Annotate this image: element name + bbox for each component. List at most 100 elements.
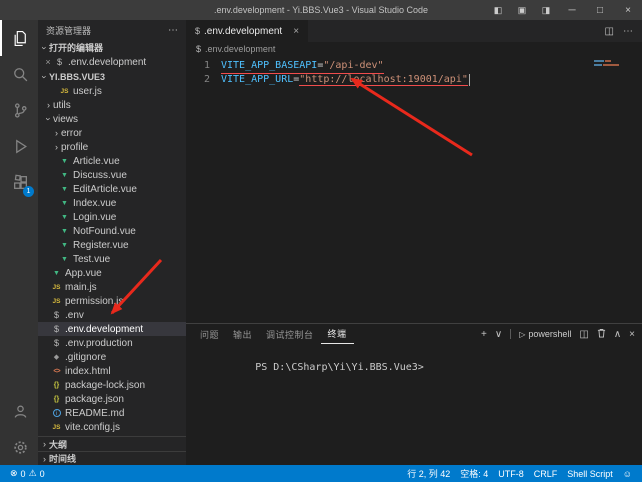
titlebar-controls: ◧ ▣ ◨ ─ □ × (486, 0, 642, 20)
close-window-button[interactable]: × (614, 0, 642, 20)
editor-tabbar: $ .env.development × ◫ ⋯ (186, 20, 642, 42)
extensions-icon[interactable]: 1 (0, 164, 38, 200)
minimap[interactable] (594, 60, 640, 68)
tree-item-profile[interactable]: › profile (38, 140, 186, 154)
code-editor[interactable]: 1 VITE_APP_BASEAPI="/api-dev" 2 VITE_APP… (186, 56, 642, 323)
tree-item-utils[interactable]: › utils (38, 98, 186, 112)
vue-file-icon: ▼ (59, 200, 70, 207)
env-key: VITE_APP_URL (221, 74, 293, 85)
breadcrumb[interactable]: $ .env.development (186, 42, 642, 56)
terminal-dropdown-icon[interactable]: ∨ (495, 329, 502, 340)
toggle-sidebar-icon[interactable]: ◧ (486, 0, 510, 20)
tree-item-main.js[interactable]: JS main.js (38, 280, 186, 294)
warning-icon: ⚠ (29, 468, 37, 479)
run-debug-icon[interactable] (0, 128, 38, 164)
indentation-status[interactable]: 空格: 4 (455, 467, 493, 480)
open-editor-item[interactable]: × $ .env.development (38, 55, 186, 69)
tree-item-.env[interactable]: $ .env (38, 308, 186, 322)
split-terminal-icon[interactable]: ◫ (579, 329, 588, 340)
toggle-panel-icon[interactable]: ▣ (510, 0, 534, 20)
tree-item-user.js[interactable]: JS user.js (38, 84, 186, 98)
env-file-icon: $ (54, 57, 65, 67)
explorer-sidebar: 资源管理器 ⋯ › 打开的编辑器 × $ .env.development › … (38, 20, 186, 465)
chevron-right-icon: › (52, 142, 61, 152)
status-right-group: 行 2, 列 42 空格: 4 UTF-8 CRLF Shell Script … (402, 467, 637, 480)
tree-item-test.vue[interactable]: ▼ Test.vue (38, 252, 186, 266)
tree-item-permission.js[interactable]: JS permission.js (38, 294, 186, 308)
terminal[interactable]: PS D:\CSharp\Yi\Yi.BBS.Vue3> (186, 344, 642, 465)
sidebar-more-actions-icon[interactable]: ⋯ (168, 25, 178, 36)
tree-item-index.html[interactable]: <> index.html (38, 364, 186, 378)
chevron-right-icon: › (52, 128, 61, 138)
tree-item-views[interactable]: › views (38, 112, 186, 126)
problems-status[interactable]: ⊗ 0 ⚠ 0 (5, 468, 50, 479)
tree-item-.env.development[interactable]: $ .env.development (38, 322, 186, 336)
tree-item-login.vue[interactable]: ▼ Login.vue (38, 210, 186, 224)
sidebar-title-row: 资源管理器 ⋯ (38, 20, 186, 40)
chevron-right-icon: › (40, 439, 49, 449)
js-file-icon: JS (51, 284, 62, 291)
kill-terminal-icon[interactable] (597, 328, 606, 341)
tree-item-register.vue[interactable]: ▼ Register.vue (38, 238, 186, 252)
tree-item-package.json[interactable]: {} package.json (38, 392, 186, 406)
tree-item-.env.production[interactable]: $ .env.production (38, 336, 186, 350)
env-key: VITE_APP_BASEAPI (221, 60, 317, 71)
maximize-button[interactable]: □ (586, 0, 614, 20)
vue-file-icon: ▼ (59, 256, 70, 263)
tree-item-editarticle.vue[interactable]: ▼ EditArticle.vue (38, 182, 186, 196)
env-value: "/api-dev" (323, 60, 383, 71)
editor-actions: ◫ ⋯ (605, 20, 642, 42)
tree-item-discuss.vue[interactable]: ▼ Discuss.vue (38, 168, 186, 182)
editor-more-actions-icon[interactable]: ⋯ (623, 26, 633, 37)
close-tab-icon[interactable]: × (293, 26, 299, 37)
chevron-down-icon: › (40, 43, 50, 52)
search-icon[interactable] (0, 56, 38, 92)
timeline-section[interactable]: › 时间线 (38, 451, 186, 465)
tree-item-article.vue[interactable]: ▼ Article.vue (38, 154, 186, 168)
line-number: 2 (186, 73, 210, 87)
new-terminal-icon[interactable]: + (481, 329, 487, 340)
tab-problems[interactable]: 问题 (193, 324, 226, 344)
tree-item-package-lock.json[interactable]: {} package-lock.json (38, 378, 186, 392)
project-header[interactable]: › YI.BBS.VUE3 (38, 69, 186, 84)
chevron-right-icon: › (44, 100, 53, 110)
tab-debug-console[interactable]: 调试控制台 (259, 324, 321, 344)
tab-env-development[interactable]: $ .env.development × (186, 20, 308, 42)
cursor-position-status[interactable]: 行 2, 列 42 (402, 467, 455, 480)
shell-selector[interactable]: ▷ powershell (519, 329, 571, 339)
settings-gear-icon[interactable] (0, 429, 38, 465)
tree-item-vite.config.js[interactable]: JS vite.config.js (38, 420, 186, 434)
html-file-icon: <> (51, 368, 62, 375)
open-editors-header[interactable]: › 打开的编辑器 (38, 40, 186, 55)
language-mode-status[interactable]: Shell Script (562, 469, 618, 479)
tree-item-app.vue[interactable]: ▼ App.vue (38, 266, 186, 280)
extensions-badge: 1 (23, 186, 34, 197)
source-control-icon[interactable] (0, 92, 38, 128)
json-file-icon: {} (51, 396, 62, 403)
encoding-status[interactable]: UTF-8 (493, 469, 529, 479)
file-tree: JS user.js › utils › views › error › pro… (38, 84, 186, 436)
minimize-button[interactable]: ─ (558, 0, 586, 20)
env-file-icon: $ (51, 324, 62, 334)
tree-item-notfound.vue[interactable]: ▼ NotFound.vue (38, 224, 186, 238)
maximize-panel-icon[interactable]: ∧ (614, 329, 621, 340)
md-file-icon: i (51, 409, 62, 417)
tree-item-.gitignore[interactable]: ◆ .gitignore (38, 350, 186, 364)
split-editor-icon[interactable]: ◫ (605, 26, 614, 37)
close-panel-icon[interactable]: × (629, 329, 635, 340)
text-cursor (469, 74, 470, 86)
feedback-smiley-icon[interactable]: ☺ (618, 469, 637, 479)
divider (510, 329, 511, 339)
eol-status[interactable]: CRLF (529, 469, 563, 479)
account-icon[interactable] (0, 393, 38, 429)
explorer-icon[interactable] (0, 20, 38, 56)
tab-terminal[interactable]: 终端 (321, 324, 354, 344)
tree-item-error[interactable]: › error (38, 126, 186, 140)
toggle-secondary-sidebar-icon[interactable]: ◨ (534, 0, 558, 20)
outline-section[interactable]: › 大纲 (38, 437, 186, 451)
tab-output[interactable]: 输出 (226, 324, 259, 344)
js-file-icon: JS (51, 298, 62, 305)
tree-item-readme.md[interactable]: i README.md (38, 406, 186, 420)
close-editor-icon[interactable]: × (43, 57, 53, 67)
tree-item-index.vue[interactable]: ▼ Index.vue (38, 196, 186, 210)
